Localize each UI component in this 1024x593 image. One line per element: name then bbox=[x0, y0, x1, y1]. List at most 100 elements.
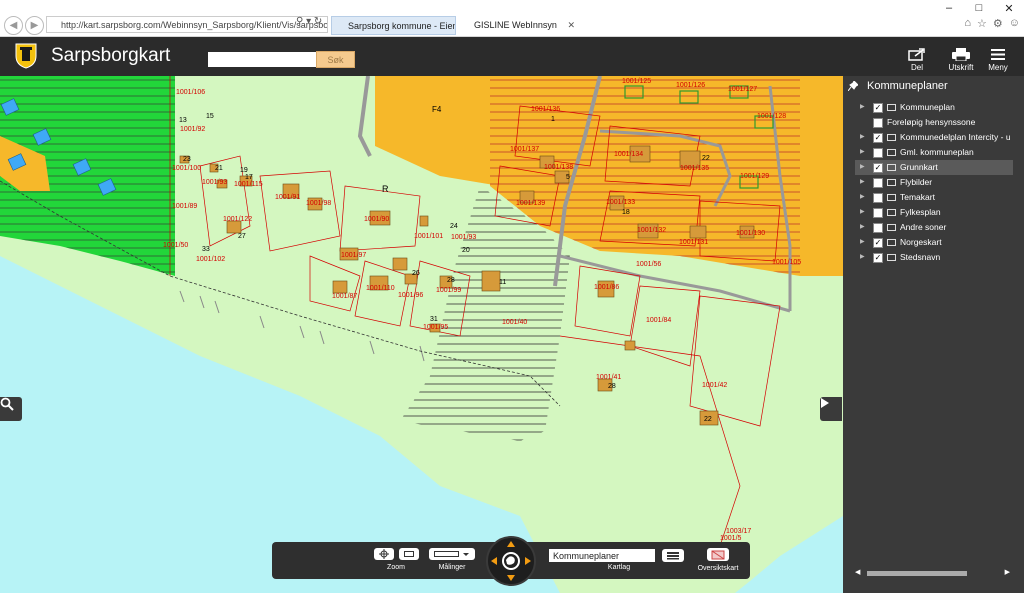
print-button[interactable]: Utskrift bbox=[941, 48, 981, 72]
parcel-label: 1001/129 bbox=[740, 173, 770, 180]
layer-item[interactable]: ▶ ✓ Kommuneplan bbox=[855, 100, 1013, 115]
layer-item[interactable]: ▶ ✓ Grunnkart bbox=[855, 160, 1013, 175]
tab-sarpsborg[interactable]: Sarpsborg kommune - Eiendo... bbox=[331, 16, 456, 35]
parcel-label: 1001/131 bbox=[679, 239, 709, 246]
pan-compass[interactable] bbox=[486, 536, 536, 586]
panel-toggle-button[interactable] bbox=[820, 397, 842, 421]
smiley-icon[interactable]: ☺ bbox=[1009, 17, 1020, 30]
back-icon[interactable]: ◀ bbox=[4, 16, 23, 35]
ruler-icon bbox=[434, 551, 469, 557]
expand-icon[interactable]: ▶ bbox=[860, 103, 865, 110]
layer-checkbox[interactable]: ✓ bbox=[873, 103, 883, 113]
parcel-label: 1001/93 bbox=[451, 234, 477, 241]
zoom-label: Zoom bbox=[387, 564, 405, 571]
search-button[interactable]: Søk bbox=[316, 51, 355, 68]
folder-icon bbox=[887, 239, 896, 246]
menu-button[interactable]: Meny bbox=[978, 48, 1018, 72]
parcel-label: 1001/101 bbox=[414, 233, 444, 240]
layer-checkbox[interactable] bbox=[873, 193, 883, 203]
expand-icon[interactable]: ▶ bbox=[860, 148, 865, 155]
expand-icon[interactable]: ▶ bbox=[860, 193, 865, 200]
layer-checkbox[interactable]: ✓ bbox=[873, 133, 883, 143]
scroll-thumb[interactable] bbox=[867, 571, 967, 576]
parcel-label: 1001/91 bbox=[275, 194, 301, 201]
expand-icon[interactable]: ▶ bbox=[860, 223, 865, 230]
expand-icon[interactable]: ▶ bbox=[860, 253, 865, 260]
expand-icon[interactable]: ▶ bbox=[860, 133, 865, 140]
layer-item[interactable]: ▶ ✓ Norgeskart bbox=[855, 235, 1013, 250]
layer-label: Stedsnavn bbox=[900, 252, 941, 262]
share-button[interactable]: Del bbox=[897, 48, 937, 72]
play-arrow-icon bbox=[821, 398, 829, 408]
parcel-label: 1001/100 bbox=[172, 165, 202, 172]
forward-icon[interactable]: ▶ bbox=[25, 16, 44, 35]
zoom-in-button[interactable] bbox=[373, 548, 394, 560]
layer-panel-scrollbar[interactable]: ◀ ▶ bbox=[855, 568, 1010, 578]
layer-checkbox[interactable] bbox=[873, 178, 883, 188]
layer-selector-input[interactable] bbox=[549, 549, 655, 562]
layer-item[interactable]: ▶ ✓ Stedsnavn bbox=[855, 250, 1013, 265]
zoom-out-button[interactable] bbox=[398, 548, 419, 560]
house-number: 22 bbox=[702, 155, 710, 162]
house-number: 15 bbox=[206, 113, 214, 120]
parcel-label: 1001/40 bbox=[502, 319, 528, 326]
layer-label: Fylkesplan bbox=[900, 207, 941, 217]
scroll-left-icon[interactable]: ◀ bbox=[855, 568, 860, 576]
layer-panel-title: Kommuneplaner bbox=[867, 80, 948, 92]
layer-item[interactable]: Foreløpig hensynssone bbox=[855, 115, 1013, 130]
layer-list: ▶ ✓ Kommuneplan Foreløpig hensynssone ▶ ✓ Komm… bbox=[855, 100, 1013, 265]
refresh-icon[interactable]: ↻ bbox=[314, 16, 322, 27]
parcel-label: 1001/125 bbox=[622, 78, 652, 85]
minus-box-icon bbox=[403, 551, 414, 557]
map-canvas[interactable]: F4 R 1001/106 1001/92 1001/100 1001/89 1… bbox=[0, 76, 843, 593]
layer-list-button[interactable] bbox=[662, 549, 684, 562]
layer-item[interactable]: ▶ Gml. kommuneplan bbox=[855, 145, 1013, 160]
close-tab-icon[interactable]: ✕ bbox=[567, 16, 575, 35]
expand-icon[interactable]: ▶ bbox=[860, 163, 865, 170]
parcel-label: 1001/89 bbox=[172, 203, 198, 210]
folder-icon bbox=[887, 149, 896, 156]
parcel-label: 1001/86 bbox=[594, 284, 620, 291]
search-icon[interactable]: ⚲ bbox=[296, 16, 303, 27]
address-bar[interactable]: http://kart.sarpsborg.com/Webinnsyn_Sarp… bbox=[46, 16, 328, 33]
settings-icon[interactable]: ⚙ bbox=[993, 17, 1003, 30]
layer-checkbox[interactable]: ✓ bbox=[873, 163, 883, 173]
expand-icon[interactable]: ▶ bbox=[860, 238, 865, 245]
layer-label: Kommuneplan bbox=[900, 102, 955, 112]
layer-label: Grunnkart bbox=[900, 162, 938, 172]
folder-icon bbox=[887, 179, 896, 186]
measure-dropdown[interactable] bbox=[429, 548, 475, 560]
layer-item[interactable]: ▶ Temakart bbox=[855, 190, 1013, 205]
parcel-label: 1001/98 bbox=[306, 200, 332, 207]
pin-icon[interactable] bbox=[848, 81, 858, 91]
layer-checkbox[interactable] bbox=[873, 148, 883, 158]
tab-gisline[interactable]: GISLINE WebInnsyn ✕ bbox=[458, 16, 580, 35]
house-number: 5 bbox=[566, 174, 570, 181]
zoom-control: Zoom bbox=[370, 548, 422, 571]
layer-checkbox[interactable] bbox=[873, 118, 883, 128]
zoom-tool-button[interactable] bbox=[0, 397, 22, 421]
scroll-right-icon[interactable]: ▶ bbox=[1005, 568, 1010, 576]
expand-icon[interactable]: ▶ bbox=[860, 208, 865, 215]
parcel-label: 1001/50 bbox=[163, 242, 189, 249]
parcel-label: 1001/41 bbox=[596, 374, 622, 381]
home-icon[interactable]: ⌂ bbox=[964, 17, 971, 30]
layer-item[interactable]: ▶ Flybilder bbox=[855, 175, 1013, 190]
layer-checkbox[interactable]: ✓ bbox=[873, 253, 883, 263]
house-number: 31 bbox=[430, 316, 438, 323]
overview-map-button[interactable] bbox=[707, 548, 729, 561]
layer-checkbox[interactable] bbox=[873, 223, 883, 233]
layer-item[interactable]: ▶ ✓ Kommunedelplan Intercity - u bbox=[855, 130, 1013, 145]
house-number: 33 bbox=[202, 246, 210, 253]
parcel-label: 1001/93 bbox=[202, 179, 228, 186]
search-input[interactable] bbox=[208, 52, 316, 67]
star-icon[interactable]: ☆ bbox=[977, 17, 987, 30]
layer-item[interactable]: ▶ Andre soner bbox=[855, 220, 1013, 235]
expand-icon[interactable]: ▶ bbox=[860, 178, 865, 185]
layer-checkbox[interactable]: ✓ bbox=[873, 238, 883, 248]
layer-checkbox[interactable] bbox=[873, 208, 883, 218]
dropdown-icon[interactable]: ▾ bbox=[306, 16, 311, 27]
browser-nav-bar: ◀ ▶ http://kart.sarpsborg.com/Webinnsyn_… bbox=[0, 14, 1024, 37]
layer-item[interactable]: ▶ Fylkesplan bbox=[855, 205, 1013, 220]
layer-label: Andre soner bbox=[900, 222, 947, 232]
